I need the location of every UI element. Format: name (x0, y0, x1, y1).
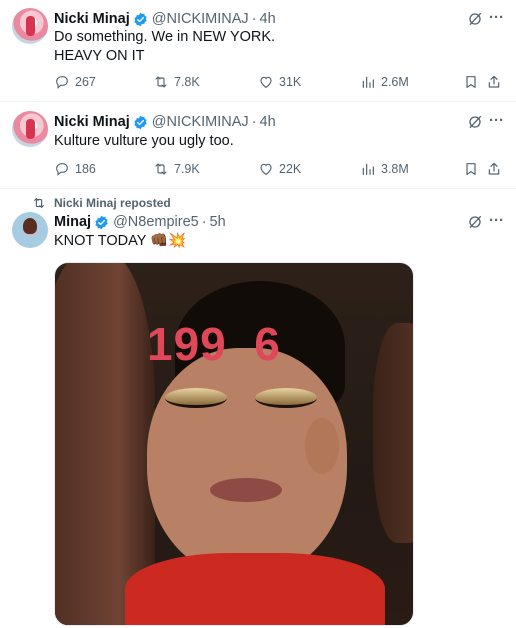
timestamp[interactable]: 4h (260, 114, 276, 130)
dress (125, 553, 385, 625)
verified-badge-icon (134, 12, 147, 26)
grok-icon[interactable] (467, 11, 483, 27)
separator-dot: · (201, 214, 207, 230)
repost-icon (155, 163, 167, 175)
tweet-media-image[interactable]: 199 6 (54, 262, 414, 626)
tweet-text: Kulture vulture you ugly too. (54, 132, 234, 151)
timestamp[interactable]: 4h (260, 11, 276, 27)
avatar[interactable] (12, 111, 48, 147)
lips (210, 478, 282, 502)
views-button[interactable]: 2.6M (360, 73, 409, 91)
more-icon[interactable]: ··· (489, 9, 504, 26)
tweet-text-line: HEAVY ON IT (54, 48, 145, 64)
like-button[interactable]: 31K (258, 73, 301, 91)
author-handle[interactable]: @NICKIMINAJ (152, 11, 249, 27)
media-overlay-text: 199 6 (147, 318, 281, 370)
reply-icon (56, 76, 68, 89)
views-icon (362, 163, 374, 175)
reply-button[interactable]: 186 (54, 160, 96, 178)
grok-icon[interactable] (467, 114, 483, 130)
bookmark-button[interactable] (463, 160, 479, 178)
tweet-text-line: Kulture vulture you ugly too. (54, 133, 234, 149)
author-handle[interactable]: @N8empire5 (113, 214, 199, 230)
share-button[interactable] (486, 160, 502, 178)
views-icon (362, 76, 374, 88)
share-icon (488, 162, 500, 175)
heart-icon (260, 76, 272, 88)
share-icon (488, 75, 500, 88)
repost-count: 7.8K (174, 75, 200, 89)
view-count: 2.6M (381, 75, 409, 89)
author-handle[interactable]: @NICKIMINAJ (152, 114, 249, 130)
author-name[interactable]: Nicki Minaj (54, 114, 130, 130)
separator-dot: · (251, 11, 257, 27)
share-button[interactable] (486, 73, 502, 91)
timestamp[interactable]: 5h (210, 214, 226, 230)
like-count: 22K (279, 162, 302, 176)
tweet-text: Do something. We in NEW YORK. HEAVY ON I… (54, 28, 275, 66)
reply-button[interactable]: 267 (54, 73, 96, 91)
avatar[interactable] (12, 212, 48, 248)
verified-badge-icon (134, 115, 147, 129)
tweet-header: Nicki Minaj @NICKIMINAJ · 4h (54, 10, 276, 28)
bookmark-icon (466, 163, 476, 175)
more-icon[interactable]: ··· (489, 112, 504, 129)
action-bar: 186 7.9K 22K 3.8M (54, 160, 504, 178)
like-button[interactable]: 22K (258, 160, 301, 178)
avatar[interactable] (12, 8, 48, 44)
bookmark-button[interactable] (463, 73, 479, 91)
view-count: 3.8M (381, 162, 409, 176)
repost-button[interactable]: 7.8K (153, 73, 200, 91)
eye (165, 388, 227, 408)
author-name[interactable]: Nicki Minaj (54, 11, 130, 27)
ear (305, 418, 339, 474)
verified-badge-icon (95, 215, 108, 229)
reply-icon (56, 163, 68, 176)
tweet-header: Minaj @N8empire5 · 5h (54, 213, 226, 231)
more-icon[interactable]: ··· (489, 212, 504, 229)
views-button[interactable]: 3.8M (360, 160, 409, 178)
tweet-text-line: KNOT TODAY 👊🏾💥 (54, 233, 187, 249)
tweet-text-line: Do something. We in NEW YORK. (54, 29, 276, 45)
repost-icon (155, 76, 167, 88)
separator-dot: · (251, 114, 257, 130)
repost-button[interactable]: 7.9K (153, 160, 200, 178)
tweet-header: Nicki Minaj @NICKIMINAJ · 4h (54, 113, 276, 131)
background-person (373, 323, 413, 543)
author-name[interactable]: Minaj (54, 214, 91, 230)
action-bar: 267 7.8K 31K 2.6M (54, 73, 504, 91)
grok-icon[interactable] (467, 214, 483, 230)
bookmark-icon (466, 76, 476, 88)
tweet-text: KNOT TODAY 👊🏾💥 (54, 232, 186, 251)
repost-count: 7.9K (174, 162, 200, 176)
like-count: 31K (279, 75, 302, 89)
reply-count: 267 (75, 75, 96, 89)
reply-count: 186 (75, 162, 96, 176)
tweet-1[interactable]: Nicki Minaj @NICKIMINAJ · 4h ··· Do some… (0, 0, 516, 100)
eye (255, 388, 317, 408)
tweet-2[interactable]: Nicki Minaj @NICKIMINAJ · 4h ··· Kulture… (0, 102, 516, 188)
heart-icon (260, 163, 272, 175)
